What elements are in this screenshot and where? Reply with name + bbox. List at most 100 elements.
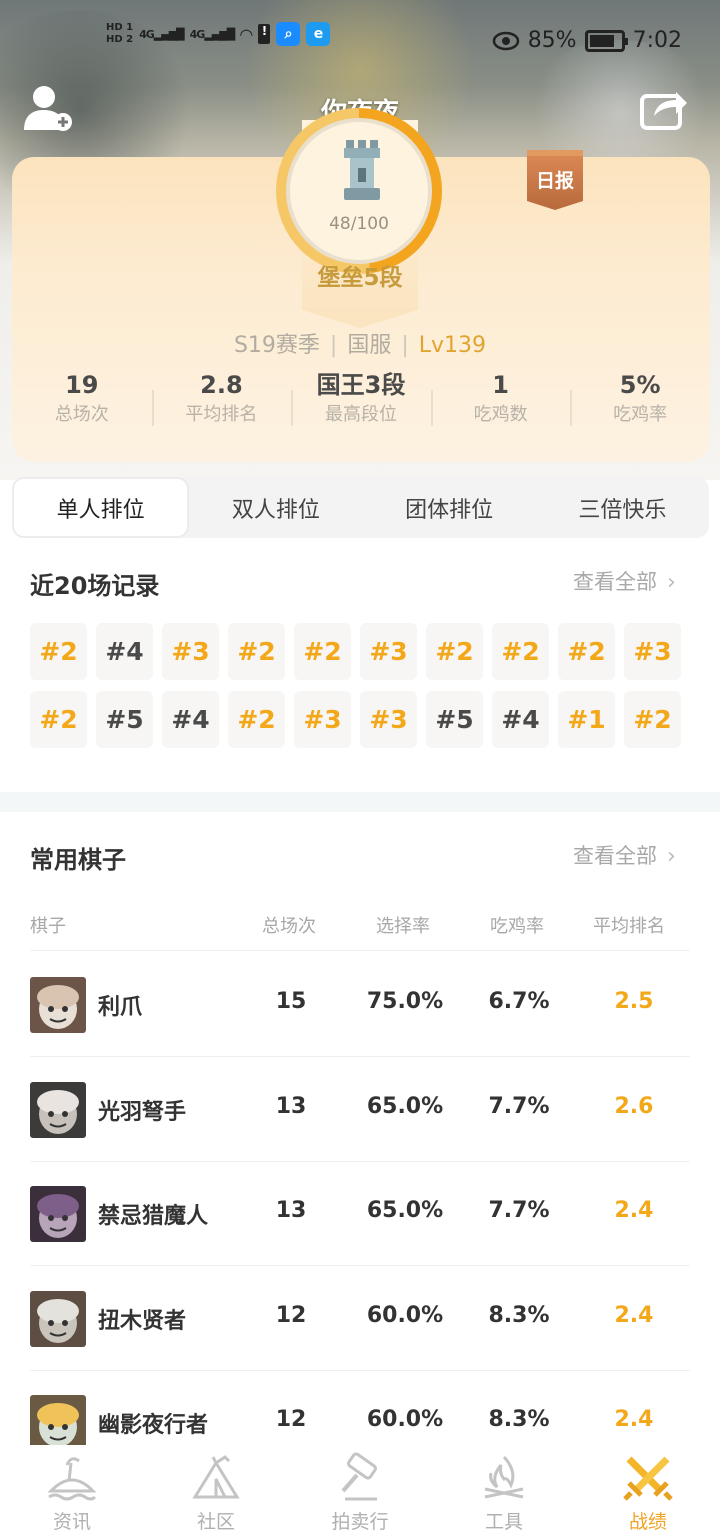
table-row[interactable]: 利爪 15 75.0% 6.7% 2.5 — [30, 953, 690, 1057]
table-row[interactable]: 光羽弩手 13 65.0% 7.7% 2.6 — [30, 1058, 690, 1162]
tab-solo-ranked[interactable]: 单人排位 — [12, 477, 190, 538]
match-result-cell[interactable]: #3 — [162, 623, 219, 680]
stat-value: 国王3段 — [316, 371, 406, 399]
match-result-cell[interactable]: #2 — [426, 623, 483, 680]
hd2-label: HD 2 — [106, 34, 134, 45]
cell-avg-rank: 2.4 — [614, 1198, 654, 1223]
stat-label: 平均排名 — [185, 404, 258, 425]
match-result-cell[interactable]: #4 — [96, 623, 153, 680]
stat-win-rate: 5% 吃鸡率 — [570, 368, 710, 432]
pieces-view-all-link[interactable]: 查看全部 › — [573, 840, 676, 870]
status-left: HD 1 HD 2 4G▂▄▆█ 4G▂▄▆█ ◠ ! ⌕ e — [106, 22, 331, 46]
cell-games: 12 — [275, 1302, 307, 1328]
signal-icon-2: 4G▂▄▆█ — [189, 27, 236, 41]
cell-pick-rate: 65.0% — [366, 1198, 444, 1223]
match-result-cell[interactable]: #1 — [558, 691, 615, 748]
signal-icon: 4G▂▄▆█ — [139, 27, 185, 41]
nav-tools[interactable]: 工具 — [432, 1445, 576, 1540]
share-icon[interactable] — [640, 86, 688, 130]
nav-auction[interactable]: 拍卖行 — [288, 1445, 432, 1540]
match-result-cell[interactable]: #2 — [294, 623, 351, 680]
col-piece: 棋子 — [30, 916, 66, 937]
tab-duo-ranked[interactable]: 双人排位 — [189, 477, 362, 538]
match-result-cell[interactable]: #2 — [228, 623, 285, 680]
cell-games: 12 — [275, 1407, 307, 1432]
col-win-rate: 吃鸡率 — [490, 916, 544, 937]
stat-value: 19 — [65, 371, 99, 399]
chevron-right-icon: › — [667, 844, 676, 869]
rank-title: 堡垒5段 — [317, 265, 403, 291]
stats-row: 19 总场次 2.8 平均排名 国王3段 最高段位 1 吃鸡数 5% 吃鸡率 — [12, 368, 710, 432]
match-result-cell[interactable]: #5 — [426, 691, 483, 748]
common-pieces-title: 常用棋子 — [30, 846, 126, 874]
status-bar: HD 1 HD 2 4G▂▄▆█ 4G▂▄▆█ ◠ ! ⌕ e 85% 7:02 — [0, 0, 720, 80]
col-avg-rank: 平均排名 — [593, 916, 665, 937]
match-result-cell[interactable]: #4 — [162, 691, 219, 748]
stat-value: 2.8 — [200, 371, 243, 399]
match-result-cell[interactable]: #3 — [624, 623, 681, 680]
stat-label: 最高段位 — [324, 404, 397, 425]
table-row[interactable]: 禁忌猎魔人 13 65.0% 7.7% 2.4 — [30, 1162, 690, 1266]
cell-avg-rank: 2.4 — [614, 1302, 654, 1328]
level-label: Lv139 — [418, 333, 487, 358]
season-label: S19赛季 — [233, 333, 320, 358]
piece-name: 幽影夜行者 — [98, 1413, 209, 1438]
cell-games: 15 — [275, 989, 307, 1014]
stat-label: 吃鸡数 — [473, 404, 528, 425]
recent-matches-title: 近20场记录 — [30, 572, 160, 600]
cell-pick-rate: 60.0% — [366, 1407, 444, 1432]
cell-pick-rate: 60.0% — [366, 1302, 444, 1328]
piece-avatar — [30, 1395, 86, 1451]
cell-games: 13 — [275, 1198, 307, 1223]
section-divider — [0, 792, 720, 812]
crossed-swords-icon — [623, 1456, 673, 1501]
cell-win-rate: 6.7% — [488, 989, 550, 1014]
piece-name: 扭木贤者 — [98, 1308, 187, 1334]
stat-highest-tier: 国王3段 最高段位 — [291, 368, 431, 432]
wifi-icon: ◠ — [240, 24, 253, 44]
cell-pick-rate: 75.0% — [366, 989, 444, 1014]
pieces-table-header: 棋子 总场次 选择率 吃鸡率 平均排名 — [30, 912, 690, 942]
match-result-cell[interactable]: #2 — [30, 691, 87, 748]
season-info: S19赛季 | 国服 | Lv139 — [0, 327, 720, 359]
match-result-cell[interactable]: #2 — [30, 623, 87, 680]
alert-icon: ! — [258, 24, 271, 44]
match-result-cell[interactable]: #2 — [492, 623, 549, 680]
rank-progress: 48/100 — [329, 214, 389, 234]
stat-label: 总场次 — [54, 404, 109, 425]
stat-avg-rank: 2.8 平均排名 — [151, 368, 292, 432]
tab-triple-fun[interactable]: 三倍快乐 — [536, 477, 709, 538]
search-app-icon: ⌕ — [276, 22, 301, 46]
table-row[interactable]: 扭木贤者 12 60.0% 8.3% 2.4 — [30, 1267, 690, 1371]
match-result-cell[interactable]: #2 — [624, 691, 681, 748]
match-result-cell[interactable]: #3 — [360, 691, 417, 748]
recent-view-all-link[interactable]: 查看全部 › — [573, 566, 676, 596]
header-divider — [30, 950, 690, 951]
nav-label: 工具 — [484, 1511, 523, 1533]
match-result-cell[interactable]: #5 — [96, 691, 153, 748]
piece-name: 光羽弩手 — [98, 1099, 187, 1125]
stat-total-games: 19 总场次 — [12, 368, 152, 432]
match-result-cell[interactable]: #3 — [360, 623, 417, 680]
cell-win-rate: 7.7% — [488, 1093, 550, 1119]
view-all-label: 查看全部 — [573, 844, 657, 868]
nav-news[interactable]: 资讯 — [0, 1445, 144, 1540]
cell-win-rate: 7.7% — [488, 1198, 550, 1223]
fortress-rank-icon — [344, 140, 380, 200]
nav-record[interactable]: 战绩 — [576, 1445, 720, 1540]
nav-community[interactable]: 社区 — [144, 1445, 288, 1540]
match-result-cell[interactable]: #2 — [228, 691, 285, 748]
eye-icon — [492, 31, 519, 50]
stat-label: 吃鸡率 — [613, 404, 668, 425]
nav-label: 拍卖行 — [331, 1511, 389, 1533]
col-pick-rate: 选择率 — [376, 916, 430, 937]
match-result-cell[interactable]: #3 — [294, 691, 351, 748]
browser-app-icon: e — [306, 22, 331, 46]
cell-pick-rate: 65.0% — [366, 1093, 444, 1119]
match-result-cell[interactable]: #2 — [558, 623, 615, 680]
tab-team-ranked[interactable]: 团体排位 — [363, 477, 536, 538]
hd-indicator: HD 1 HD 2 — [106, 22, 133, 46]
daily-report-badge[interactable]: 日报 — [527, 150, 583, 210]
match-result-cell[interactable]: #4 — [492, 691, 549, 748]
piece-avatar — [30, 1186, 86, 1242]
